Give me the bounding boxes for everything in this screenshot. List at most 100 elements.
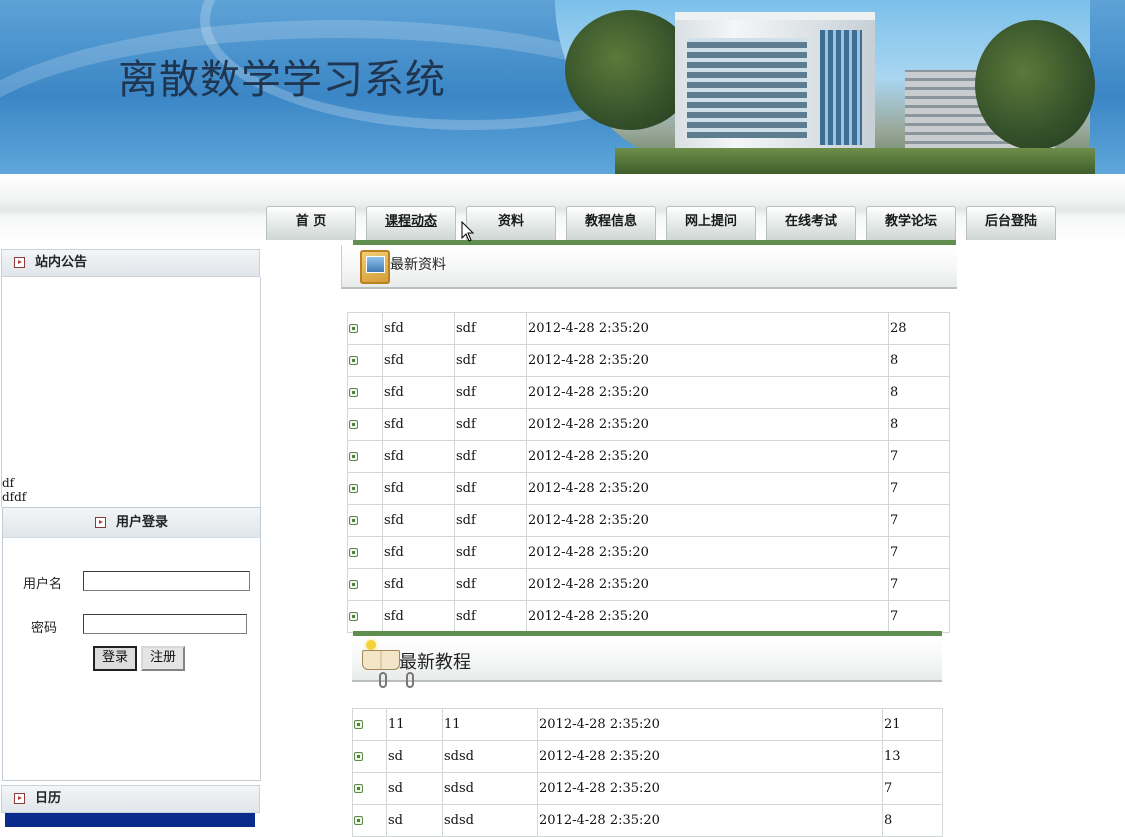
list-bullet-icon: [349, 388, 358, 397]
password-label: 密码: [31, 621, 58, 636]
cell-name[interactable]: sfd: [382, 440, 455, 473]
cell-name[interactable]: sfd: [382, 312, 455, 345]
cell-name[interactable]: sd: [386, 804, 443, 837]
nav-tab-online-exam[interactable]: 在线考试: [766, 206, 856, 240]
cell-author: sdf: [454, 376, 527, 409]
cell-name[interactable]: sd: [386, 740, 443, 773]
list-bullet-icon: [354, 816, 363, 825]
cell-name[interactable]: sfd: [382, 536, 455, 569]
cell-name[interactable]: sfd: [382, 568, 455, 601]
tutorial-row[interactable]: sd sdsd 2012-4-28 2:35:20 8: [352, 804, 943, 837]
calendar-widget[interactable]: [5, 813, 255, 827]
cell-count: 21: [882, 708, 943, 741]
nav-tab-tutorials[interactable]: 教程信息: [566, 206, 656, 240]
list-bullet-icon: [354, 720, 363, 729]
list-bullet-icon: [349, 548, 358, 557]
calendar-header: 日历: [1, 785, 260, 813]
login-button[interactable]: 登录: [93, 646, 137, 671]
paperclip-icon: [406, 672, 414, 688]
login-title: 用户登录: [115, 515, 168, 530]
nav-tab-materials[interactable]: 资料: [466, 206, 556, 240]
nav-tab-course-news[interactable]: 课程动态: [366, 206, 456, 240]
cell-name[interactable]: sfd: [382, 408, 455, 441]
materials-section-title: 最新资料: [390, 257, 446, 273]
login-panel: 用户登录: [2, 507, 261, 781]
cell-count: 8: [888, 376, 950, 409]
cell-name[interactable]: sd: [386, 772, 443, 805]
cell-count: 7: [882, 772, 943, 805]
password-input[interactable]: [83, 614, 247, 634]
arrow-bullet-icon: [94, 517, 106, 528]
nav-tab-forum[interactable]: 教学论坛: [866, 206, 956, 240]
cell-count: 8: [888, 344, 950, 377]
nav-tab-ask-online[interactable]: 网上提问: [666, 206, 756, 240]
material-row[interactable]: sfd sdf 2012-4-28 2:35:20 8: [347, 376, 950, 409]
list-bullet-icon: [354, 752, 363, 761]
material-row[interactable]: sfd sdf 2012-4-28 2:35:20 7: [347, 536, 950, 569]
cell-name[interactable]: sfd: [382, 600, 455, 633]
tutorial-row[interactable]: sd sdsd 2012-4-28 2:35:20 13: [352, 740, 943, 773]
cell-name[interactable]: sfd: [382, 472, 455, 505]
list-bullet-icon: [349, 612, 358, 621]
cell-time: 2012-4-28 2:35:20: [537, 804, 883, 837]
cell-count: 13: [882, 740, 943, 773]
list-bullet-icon: [349, 484, 358, 493]
register-button[interactable]: 注册: [141, 646, 185, 671]
materials-table: sfd sdf 2012-4-28 2:35:20 28 sfd sdf 2012-4-28…: [347, 312, 950, 633]
arrow-bullet-icon: [14, 257, 25, 268]
material-row[interactable]: sfd sdf 2012-4-28 2:35:20 8: [347, 344, 950, 377]
cell-author: sdsd: [442, 772, 538, 805]
cell-name[interactable]: 11: [386, 708, 443, 741]
materials-section-header: 最新资料: [341, 245, 957, 289]
cell-time: 2012-4-28 2:35:20: [526, 568, 889, 601]
username-input[interactable]: [83, 571, 250, 591]
tree-image: [975, 20, 1095, 150]
cell-time: 2012-4-28 2:35:20: [526, 344, 889, 377]
cell-time: 2012-4-28 2:35:20: [526, 312, 889, 345]
header-banner: 离散数学学习系统: [0, 0, 1125, 174]
lawn-image: [615, 148, 1095, 174]
cell-time: 2012-4-28 2:35:20: [526, 536, 889, 569]
cell-author: 11: [442, 708, 538, 741]
cell-count: 7: [888, 568, 950, 601]
tutorial-row[interactable]: sd sdsd 2012-4-28 2:35:20 7: [352, 772, 943, 805]
cell-time: 2012-4-28 2:35:20: [537, 708, 883, 741]
cell-name[interactable]: sfd: [382, 504, 455, 537]
cell-time: 2012-4-28 2:35:20: [526, 600, 889, 633]
cell-count: 7: [888, 536, 950, 569]
nav-tab-admin-login[interactable]: 后台登陆: [966, 206, 1056, 240]
notice-panel: [1, 277, 261, 507]
site-title: 离散数学学习系统: [118, 57, 446, 103]
material-row[interactable]: sfd sdf 2012-4-28 2:35:20 28: [347, 312, 950, 345]
nav-tab-home[interactable]: 首 页: [266, 206, 356, 240]
tutorials-section-title: 最新教程: [399, 652, 471, 673]
cell-time: 2012-4-28 2:35:20: [537, 740, 883, 773]
arrow-bullet-icon: [14, 793, 25, 804]
cell-time: 2012-4-28 2:35:20: [526, 472, 889, 505]
material-row[interactable]: sfd sdf 2012-4-28 2:35:20 7: [347, 600, 950, 633]
tutorials-section-header: 最新教程: [352, 636, 942, 682]
list-bullet-icon: [349, 420, 358, 429]
cell-time: 2012-4-28 2:35:20: [526, 408, 889, 441]
list-bullet-icon: [349, 516, 358, 525]
notice-content: df dfdf: [2, 476, 26, 504]
username-label: 用户名: [23, 577, 63, 592]
cell-author: sdf: [454, 344, 527, 377]
cell-count: 7: [888, 600, 950, 633]
cell-author: sdf: [454, 600, 527, 633]
tutorial-row[interactable]: 11 11 2012-4-28 2:35:20 21: [352, 708, 943, 741]
material-row[interactable]: sfd sdf 2012-4-28 2:35:20 7: [347, 440, 950, 473]
material-row[interactable]: sfd sdf 2012-4-28 2:35:20 8: [347, 408, 950, 441]
cell-count: 8: [882, 804, 943, 837]
notice-line: df: [2, 476, 15, 490]
cell-count: 28: [888, 312, 950, 345]
mouse-cursor-icon: [461, 221, 475, 242]
calendar-title: 日历: [35, 791, 62, 806]
material-row[interactable]: sfd sdf 2012-4-28 2:35:20 7: [347, 568, 950, 601]
cell-name[interactable]: sfd: [382, 344, 455, 377]
material-row[interactable]: sfd sdf 2012-4-28 2:35:20 7: [347, 472, 950, 505]
folder-icon: [360, 250, 390, 284]
cell-name[interactable]: sfd: [382, 376, 455, 409]
cell-author: sdf: [454, 312, 527, 345]
material-row[interactable]: sfd sdf 2012-4-28 2:35:20 7: [347, 504, 950, 537]
